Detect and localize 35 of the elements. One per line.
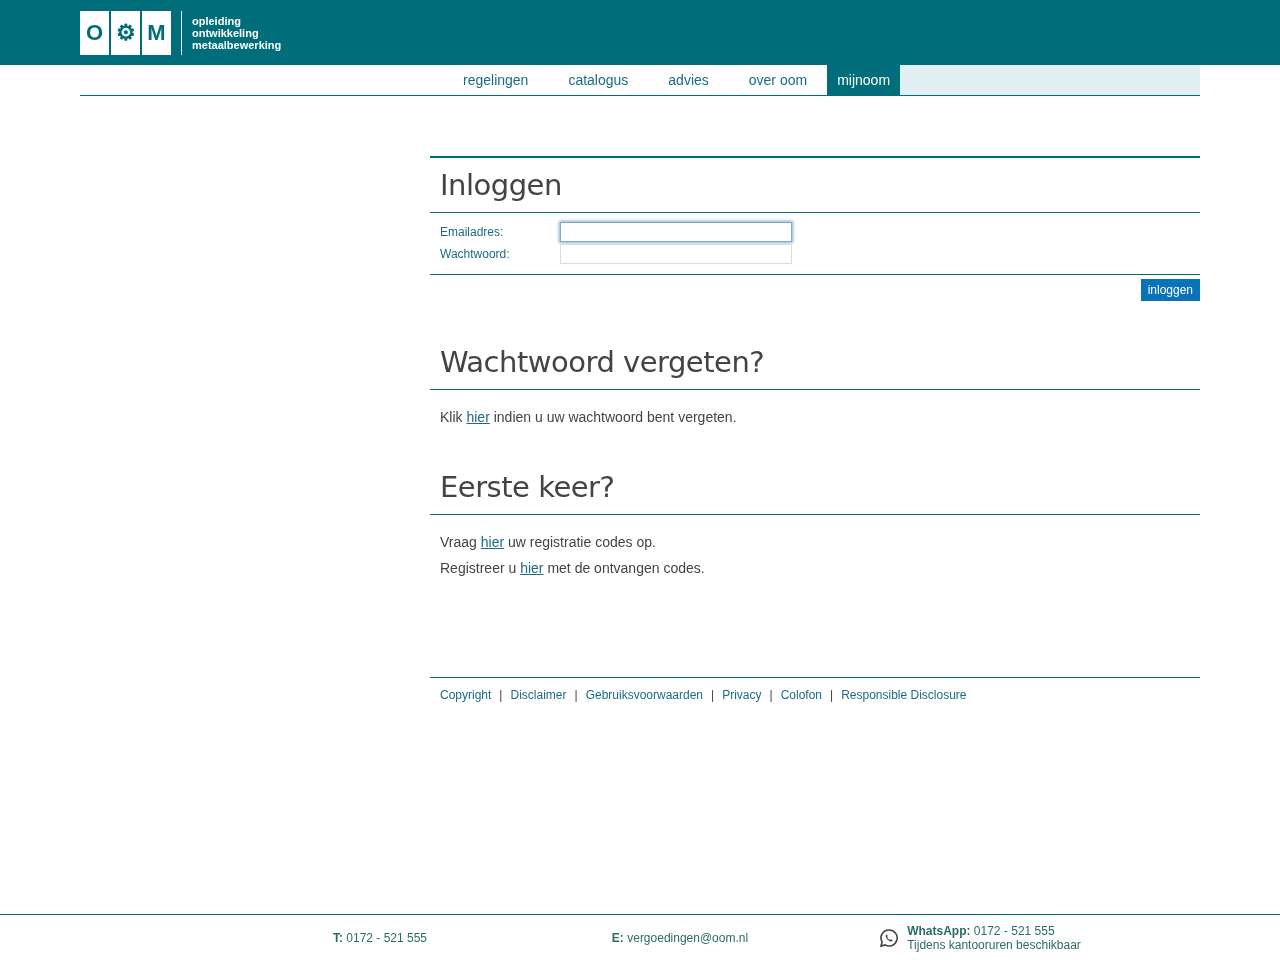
footer-link[interactable]: Colofon: [780, 688, 822, 702]
whatsapp-icon: [879, 927, 900, 948]
footer-link[interactable]: Copyright: [440, 688, 492, 702]
here-link[interactable]: hier: [520, 560, 544, 576]
footer-link[interactable]: Privacy: [722, 688, 762, 702]
email-contact: E: vergoedingen@oom.nl: [610, 930, 750, 945]
footer-link[interactable]: Gebruiksvoorwaarden: [585, 688, 704, 702]
here-link[interactable]: hier: [466, 409, 490, 425]
field-label: Emailadres:: [440, 225, 505, 239]
nav-tab[interactable]: regelingen: [443, 65, 549, 95]
phone-contact: T: 0172 - 521 555: [331, 930, 429, 945]
footer-link[interactable]: Responsible Disclosure: [841, 688, 967, 702]
section-heading: Wachtwoord vergeten?: [430, 329, 1200, 390]
separator: |: [830, 688, 834, 702]
login-button[interactable]: inloggen: [1140, 279, 1200, 301]
nav-tab[interactable]: mijnoom: [827, 65, 901, 95]
separator: |: [769, 688, 773, 702]
nav-tab[interactable]: over oom: [728, 65, 828, 95]
field-label: Wachtwoord:: [440, 247, 511, 261]
separator: |: [711, 688, 715, 702]
nav-tab[interactable]: advies: [648, 65, 729, 95]
separator: |: [499, 688, 503, 702]
availability-note: Tijdens kantooruren beschikbaar: [907, 937, 1081, 952]
paragraph: Vraag hier uw registratie codes op.: [440, 533, 657, 551]
paragraph: Klik hier indien u uw wachtwoord bent vergeten.: [440, 408, 738, 426]
footer-link[interactable]: Disclaimer: [510, 688, 567, 702]
separator: |: [574, 688, 578, 702]
logo[interactable]: O ⚙ M opleiding ontwikkeling metaalbewerking: [80, 10, 282, 55]
here-link[interactable]: hier: [480, 534, 505, 550]
paragraph: Registreer u hier met de ontvangen codes.: [440, 559, 706, 577]
input-field[interactable]: [560, 222, 792, 242]
nav-tab[interactable]: catalogus: [548, 65, 649, 95]
section-heading: Eerste keer?: [430, 454, 1200, 515]
whatsapp-contact: WhatsApp: 0172 - 521 555: [907, 923, 1056, 938]
section-heading: Inloggen: [430, 158, 1200, 213]
